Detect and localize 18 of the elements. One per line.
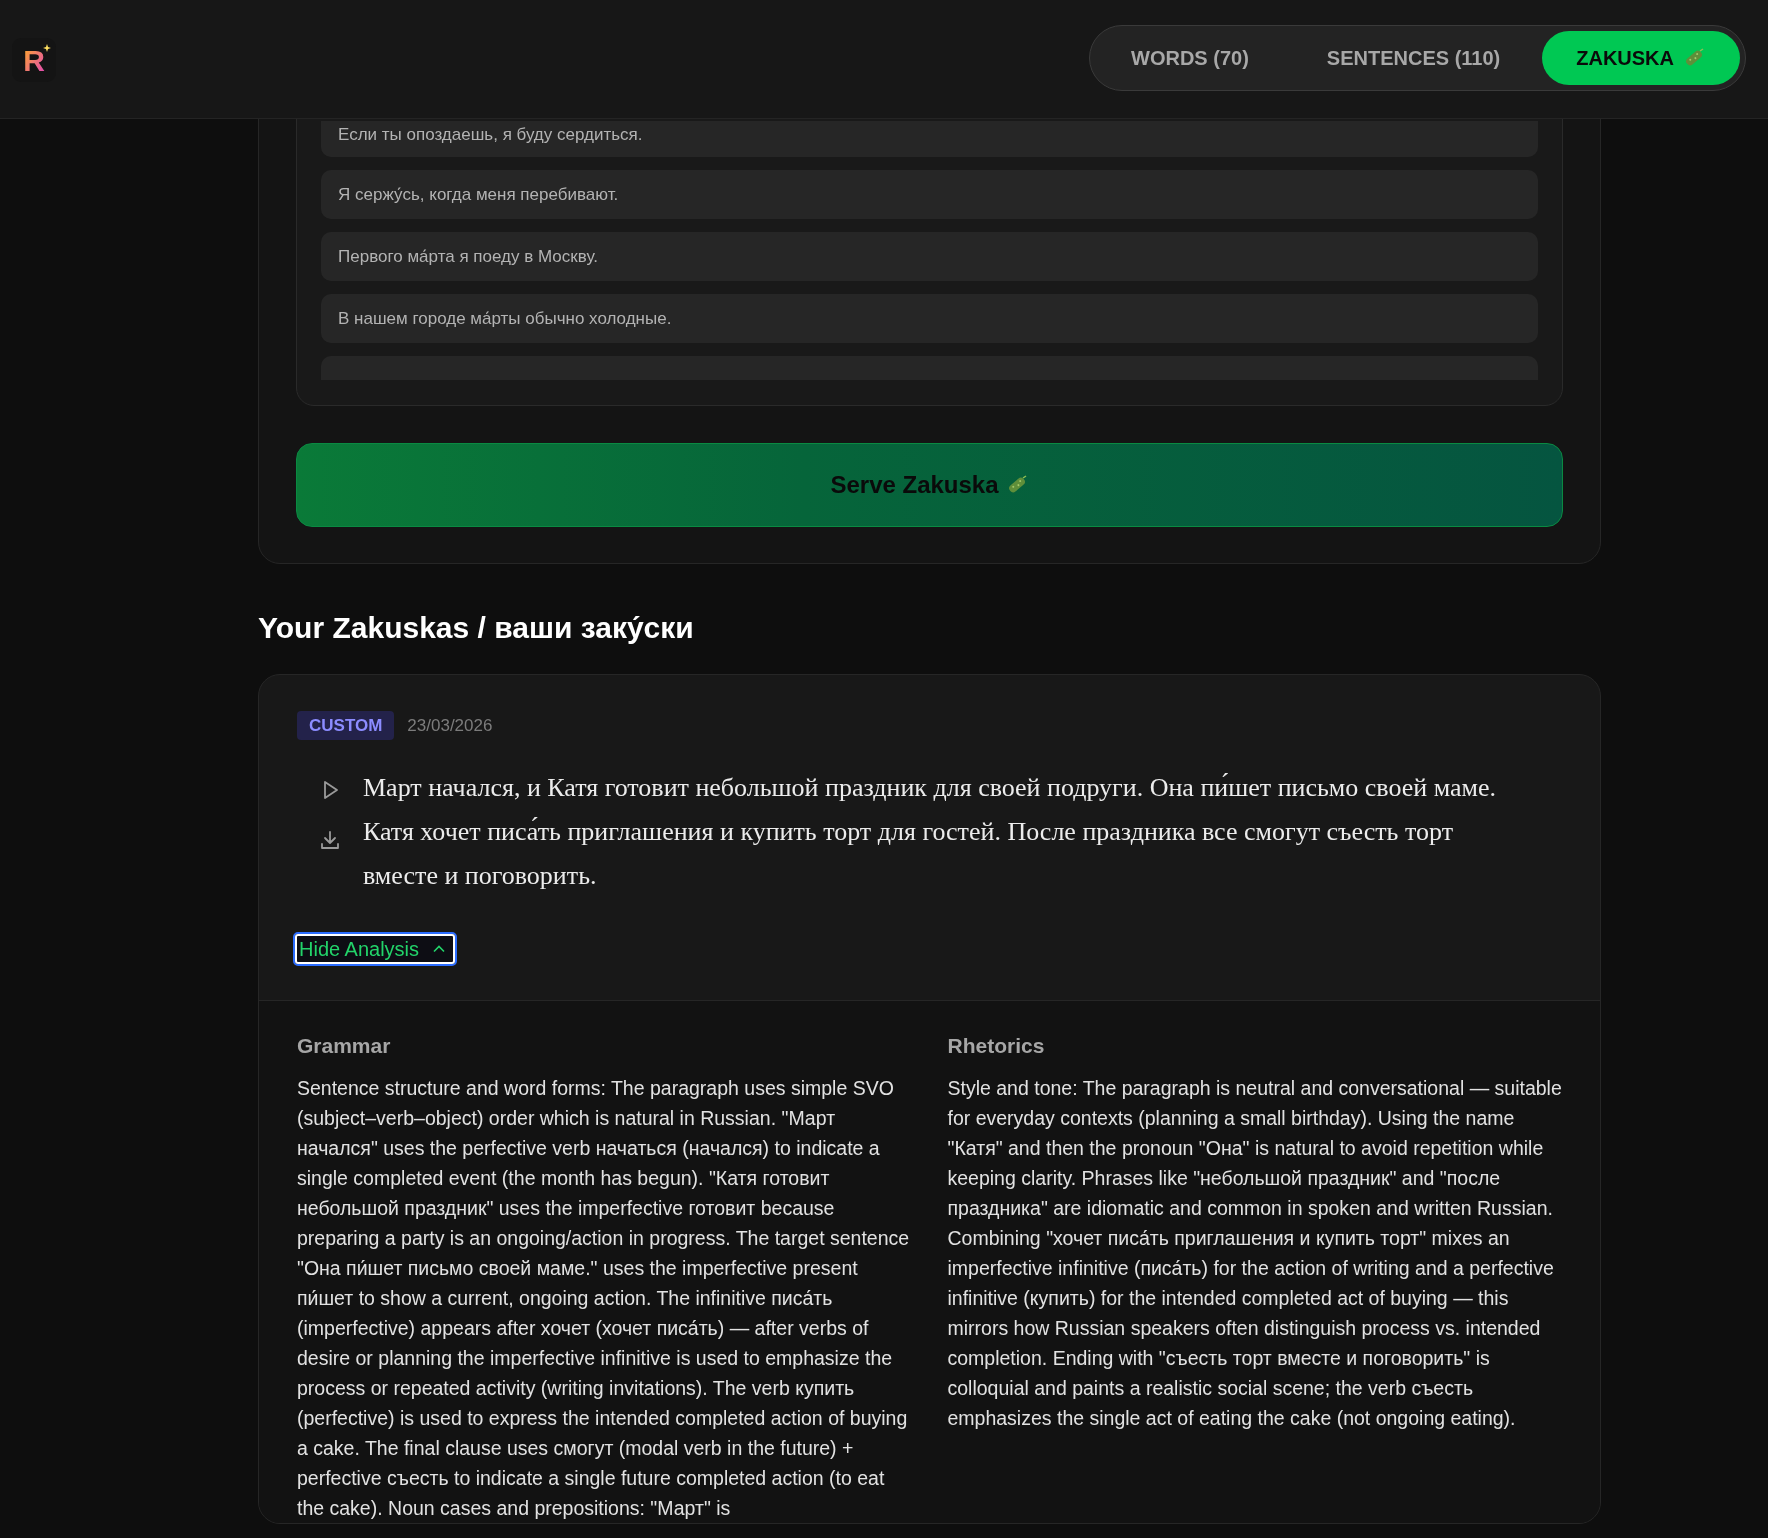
sentence-row[interactable]: Первого ма́рта я поеду в Москву. xyxy=(321,232,1538,281)
story-text: Март начался, и Катя готовит небольшой праздник для своей подруги. Она пи́шет письмо своей маме. Катя хочет писа́ть приглашения и купить торт для гостей. После праздника все смогут съесть торт вместе и поговорить. xyxy=(363,772,1498,892)
analysis-heading: Rhetorics xyxy=(947,1033,1046,1059)
app-logo[interactable]: R xyxy=(12,38,56,82)
download-icon xyxy=(318,828,342,852)
analysis-heading: Grammar xyxy=(297,1033,392,1059)
sentence-row[interactable]: Если ты опоздаешь, я буду сердиться. xyxy=(321,121,1538,157)
section-heading: Your Zakuskas / ваши заку́ски xyxy=(258,610,695,646)
analysis-text: Sentence structure and word forms: The paragraph uses simple SVO (subject–verb–object) order which is natural in Russian. "Март начался" uses the perfective verb начаться (начался) to indicate a single completed event (the month has begun). "Катя готовит небольшой праздник" uses the imperfective готовит because preparing a party is an ongoing/action in progress. The target sentence "Она пи́шет письмо своей маме." uses the imperfective present пи́шет to show a current, ongoing action. The infinitive писа́ть (imperfective) appears after хочет (хочет писа́ть) — after verbs of desire or planning the imperfective infinitive is used to emphasize the process or repeated activity (writing invitations). The verb купить (perfective) is used to express the intended completed action of buying a cake. The final clause uses смогут (modal verb in the future) + perfective съесть to indicate a single future completed action (to eat the cake). Noun cases and prepositions: "Март" is xyxy=(297,1076,911,1521)
analysis-toggle-button[interactable]: Hide Analysis xyxy=(293,932,458,966)
nav-tab[interactable]: WORDS (70) xyxy=(1095,31,1285,85)
nav-tab[interactable]: ZAKUSKA xyxy=(1542,31,1740,85)
type-badge: CUSTOM xyxy=(297,711,395,740)
nav-tab[interactable]: SENTENCES (110) xyxy=(1290,31,1537,85)
date-text: 23/03/2026 xyxy=(407,715,493,736)
sentence-row[interactable]: Я сержу́сь, когда меня перебивают. xyxy=(321,170,1538,219)
sentence-row[interactable]: В нашем городе ма́рты обычно холодные. xyxy=(321,294,1538,343)
analysis-text: Style and tone: The paragraph is neutral and conversational — suitable for everyday contexts (planning a small birthday). Using the name "Катя" and then the pronoun "Она" is natural to avoid repetition while keeping clarity. Phrases like "небольшой праздник" and "после праздника" are idiomatic and common in spoken and written Russian. Combining "хочет писа́ть приглашения и купить торт" mixes an imperfective infinitive (писа́ть) for the action of writing and a perfective infinitive (купить) for the intended completed act of buying — this mirrors how Russian speakers often distinguish process vs. intended completion. Ending with "съесть торт вместе и поговорить" is colloquial and paints a realistic social scene; the verb съесть emphasizes the single act of eating the cake (not ongoing eating). xyxy=(947,1076,1562,1431)
